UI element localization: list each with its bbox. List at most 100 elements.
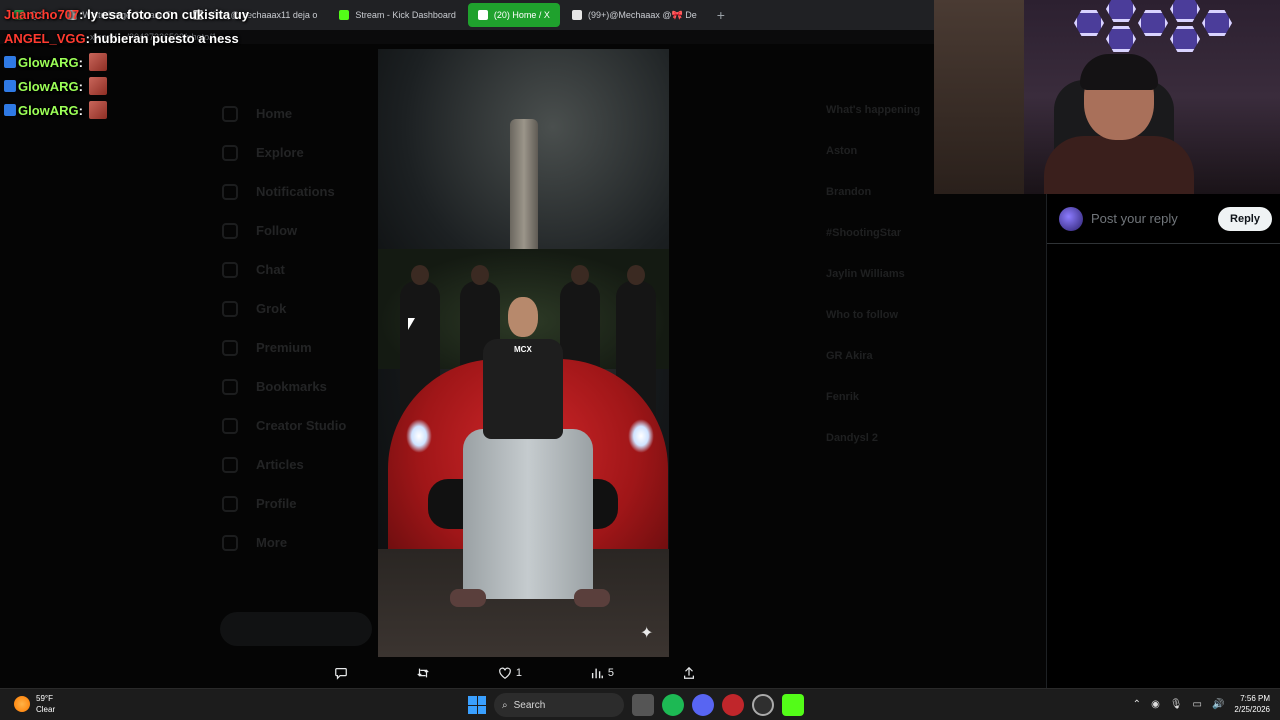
- share-action[interactable]: [682, 666, 696, 680]
- nav-label: More: [256, 535, 288, 550]
- discord-icon[interactable]: [692, 694, 714, 716]
- nav-item: Notifications: [222, 172, 372, 211]
- chat-badge-icon: [4, 56, 16, 68]
- nav-label: Bookmarks: [256, 379, 327, 394]
- taskbar-search[interactable]: ⌕ Search: [494, 693, 624, 717]
- like-count: 1: [515, 667, 522, 679]
- chat-message: ANGEL_VGG: hubieran puesto a ness: [4, 26, 249, 50]
- nav-label: Grok: [256, 301, 287, 316]
- photo-shoe: [450, 589, 486, 607]
- nav-icon: [222, 222, 238, 239]
- hex-light: [1138, 10, 1168, 36]
- repost-icon: [417, 668, 429, 678]
- nav-label: Creator Studio: [256, 418, 347, 433]
- nav-icon: [222, 144, 238, 161]
- taskbar-center: ⌕ Search: [468, 693, 804, 717]
- chat-message: GlowARG :: [4, 74, 249, 98]
- nav-icon: [222, 495, 238, 512]
- browser-tab[interactable]: (20) Home / X: [467, 3, 560, 27]
- reply-action[interactable]: [334, 666, 348, 680]
- nav-item: Chat: [222, 250, 372, 289]
- chat-username: Juancho707: [4, 6, 80, 22]
- hex-light: [1106, 26, 1136, 52]
- nav-item: Follow: [222, 211, 372, 250]
- weather-icon: [14, 696, 30, 712]
- chat-emote-icon: [89, 53, 108, 71]
- chat-text: : hubieran puesto a ness: [85, 30, 239, 46]
- chat-message: GlowARG :: [4, 98, 249, 122]
- network-icon[interactable]: ◉: [1151, 699, 1160, 710]
- nav-item: Explore: [222, 133, 372, 172]
- nav-label: Premium: [256, 340, 312, 355]
- nav-item: Profile: [222, 484, 372, 523]
- nav-icon: [222, 183, 238, 200]
- spotify-icon[interactable]: [662, 694, 684, 716]
- clock-time: 7:56 PM: [1240, 694, 1270, 703]
- chat-username: ANGEL_VGG: [4, 30, 86, 46]
- search-icon: ⌕: [502, 699, 508, 711]
- weather-widget[interactable]: 59°F Clear: [14, 693, 55, 715]
- analytics-icon: [591, 668, 603, 679]
- share-icon: [683, 666, 694, 679]
- nav-icon: [222, 417, 238, 434]
- chat-badge-icon: [4, 80, 16, 92]
- microphone-icon[interactable]: 🎙: [1170, 699, 1183, 710]
- grok-sparkle-icon[interactable]: ✦: [640, 623, 653, 643]
- chat-username: GlowARG: [18, 78, 79, 94]
- system-tray: ⌃ ◉ 🎙 ▭ 🔊 7:56 PM 2/25/2026: [1133, 693, 1270, 715]
- tab-label: Stream - Kick Dashboard: [355, 10, 456, 20]
- trend-item: Jaylin Williams: [826, 268, 905, 280]
- avatar: [1059, 206, 1083, 231]
- tab-favicon-icon: [339, 10, 350, 20]
- nav-item: Articles: [222, 445, 372, 484]
- tweet-photo[interactable]: MCX ✦: [378, 49, 669, 657]
- hex-light: [1170, 0, 1200, 22]
- nav-label: Profile: [256, 496, 297, 511]
- reply-composer: Post your reply Reply: [1047, 194, 1280, 244]
- chat-message: Juancho707: ly esa foto con cukisita uy: [4, 2, 249, 26]
- chrome-icon[interactable]: [752, 694, 774, 716]
- task-view-icon[interactable]: [632, 694, 654, 716]
- nav-item: Creator Studio: [222, 406, 372, 445]
- photo-headlight: [406, 419, 432, 453]
- opera-icon[interactable]: [722, 694, 744, 716]
- nav-icon: [222, 534, 238, 551]
- chat-emote-icon: [89, 77, 108, 95]
- search-label: Search: [513, 699, 546, 711]
- volume-icon[interactable]: 🔊: [1212, 699, 1224, 710]
- trend-item: Dandysl 2: [826, 432, 878, 444]
- photo-person-shirt: [483, 339, 563, 439]
- browser-tab[interactable]: Stream - Kick Dashboard: [329, 3, 466, 27]
- tab-favicon-icon: [571, 10, 582, 20]
- nav-item: Bookmarks: [222, 367, 372, 406]
- views-count: 5: [607, 667, 615, 679]
- trend-item: GR Akira: [826, 350, 873, 362]
- nav-item: Premium: [222, 328, 372, 367]
- clock[interactable]: 7:56 PM 2/25/2026: [1234, 693, 1270, 715]
- kick-icon[interactable]: [782, 694, 804, 716]
- reply-button[interactable]: Reply: [1218, 206, 1272, 231]
- chat-text: :: [78, 102, 84, 118]
- trend-item: Who to follow: [826, 309, 899, 321]
- nav-icon: [222, 300, 238, 317]
- display-icon[interactable]: ▭: [1193, 699, 1202, 710]
- weather-condition: Clear: [36, 705, 56, 714]
- nav-label: Home: [256, 106, 293, 121]
- new-tab-button[interactable]: +: [709, 7, 733, 23]
- nav-label: Articles: [256, 457, 304, 472]
- chevron-up-icon[interactable]: ⌃: [1133, 699, 1141, 710]
- reply-input[interactable]: Post your reply: [1091, 211, 1218, 226]
- repost-action[interactable]: [416, 666, 430, 680]
- tab-label: (99+)@Mechaaax @🎀 De: [587, 9, 697, 20]
- streamer-hair: [1080, 54, 1158, 90]
- browser-tab[interactable]: (99+)@Mechaaax @🎀 De: [562, 3, 707, 27]
- like-action[interactable]: 1: [498, 666, 522, 680]
- reply-panel: Post your reply Reply: [1046, 194, 1280, 688]
- hex-light: [1106, 0, 1136, 22]
- nav-icon: [222, 339, 238, 356]
- chat-message: GlowARG :: [4, 50, 249, 74]
- nav-icon: [222, 378, 238, 395]
- windows-start-icon[interactable]: [468, 696, 486, 714]
- nav-label: Follow: [256, 223, 298, 238]
- views-action[interactable]: 5: [590, 666, 614, 680]
